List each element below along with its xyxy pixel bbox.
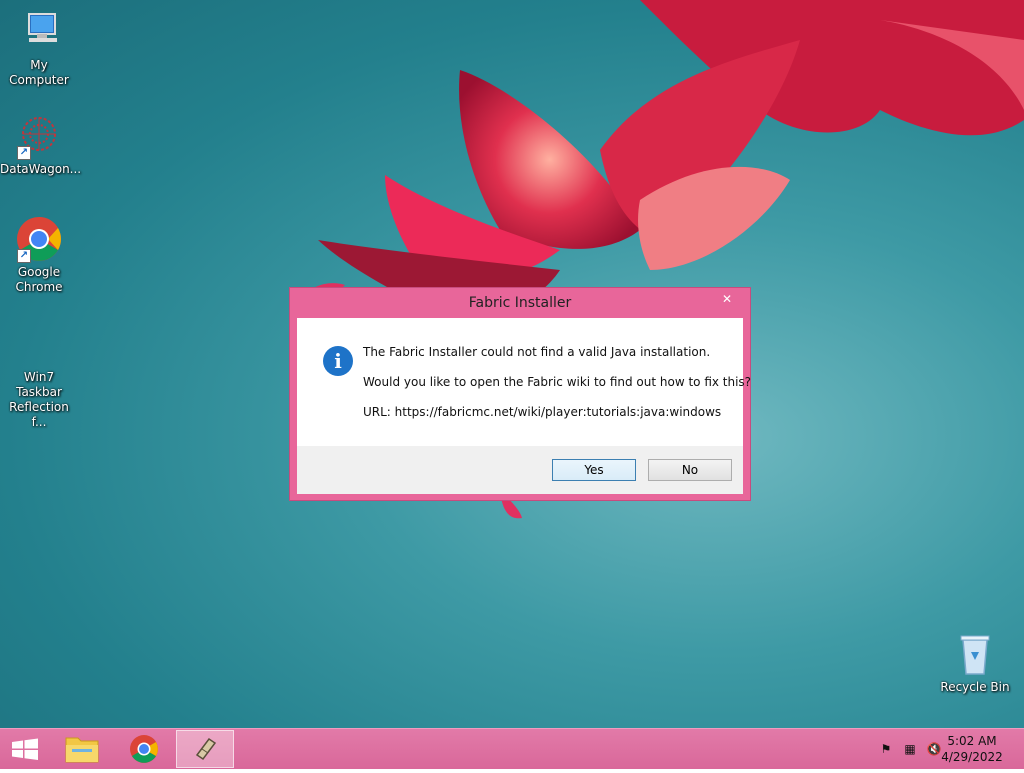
- message-area: i The Fabric Installer could not find a …: [297, 318, 751, 446]
- network-icon[interactable]: ▦: [902, 741, 918, 757]
- desktop-icon-win7-taskbar-reflection[interactable]: Win7 Taskbar Reflection f...: [0, 320, 78, 430]
- desktop-icon-label: Google Chrome: [15, 265, 63, 294]
- start-button[interactable]: [0, 729, 50, 769]
- clock-date: 4/29/2022: [941, 750, 1003, 764]
- taskbar-file-explorer[interactable]: [54, 730, 110, 768]
- dialog-title: Fabric Installer: [468, 295, 572, 311]
- button-area: Yes No: [297, 446, 743, 494]
- taskbar: ⚑ ▦ 🔇 5:02 AM 4/29/2022: [0, 728, 1024, 769]
- fabric-installer-icon: [195, 737, 217, 761]
- yes-button[interactable]: Yes: [552, 459, 636, 481]
- taskbar-chrome[interactable]: [116, 730, 172, 768]
- chrome-icon: ↗: [15, 215, 63, 263]
- recycle-bin-icon: [951, 630, 999, 678]
- desktop-icon-google-chrome[interactable]: ↗ Google Chrome: [0, 215, 78, 295]
- datawagon-icon: ↗: [15, 112, 63, 160]
- fabric-installer-dialog: Fabric Installer ✕ i The Fabric Installe…: [289, 287, 751, 501]
- start-windows-icon: [12, 738, 38, 760]
- message-url: URL: https://fabricmc.net/wiki/player:tu…: [363, 405, 722, 419]
- dialog-body: i The Fabric Installer could not find a …: [297, 318, 751, 494]
- blank-app-icon: [15, 320, 63, 368]
- computer-icon: [15, 8, 63, 56]
- system-tray: ⚑ ▦ 🔇 5:02 AM 4/29/2022: [864, 729, 1024, 769]
- no-button[interactable]: No: [648, 459, 732, 481]
- desktop-icon-label: DataWagon...: [0, 162, 82, 176]
- shortcut-arrow-icon: ↗: [17, 249, 31, 263]
- desktop-icon-label: Win7 Taskbar Reflection f...: [9, 370, 69, 429]
- desktop-icon-my-computer[interactable]: My Computer: [0, 8, 78, 88]
- desktop-icon-label: Recycle Bin: [940, 680, 1010, 694]
- desktop-icon-label: My Computer: [9, 58, 69, 87]
- taskbar-fabric-installer[interactable]: [176, 730, 234, 768]
- action-center-flag-icon[interactable]: ⚑: [878, 741, 894, 757]
- desktop-icon-recycle-bin[interactable]: Recycle Bin: [936, 630, 1014, 695]
- close-icon: ✕: [721, 292, 733, 306]
- file-explorer-icon: [65, 737, 99, 763]
- info-icon: i: [323, 346, 353, 376]
- message-line-1: The Fabric Installer could not find a va…: [363, 345, 711, 359]
- shortcut-arrow-icon: ↗: [17, 146, 31, 160]
- chrome-icon: [130, 735, 158, 763]
- desktop: My Computer ↗ DataWagon... ↗ Google Chro…: [0, 0, 1024, 728]
- close-button[interactable]: ✕: [712, 289, 742, 309]
- desktop-icon-datawagon[interactable]: ↗ DataWagon...: [0, 112, 82, 177]
- clock[interactable]: 5:02 AM 4/29/2022: [932, 733, 1012, 765]
- clock-time: 5:02 AM: [947, 734, 997, 748]
- message-line-2: Would you like to open the Fabric wiki t…: [363, 375, 752, 389]
